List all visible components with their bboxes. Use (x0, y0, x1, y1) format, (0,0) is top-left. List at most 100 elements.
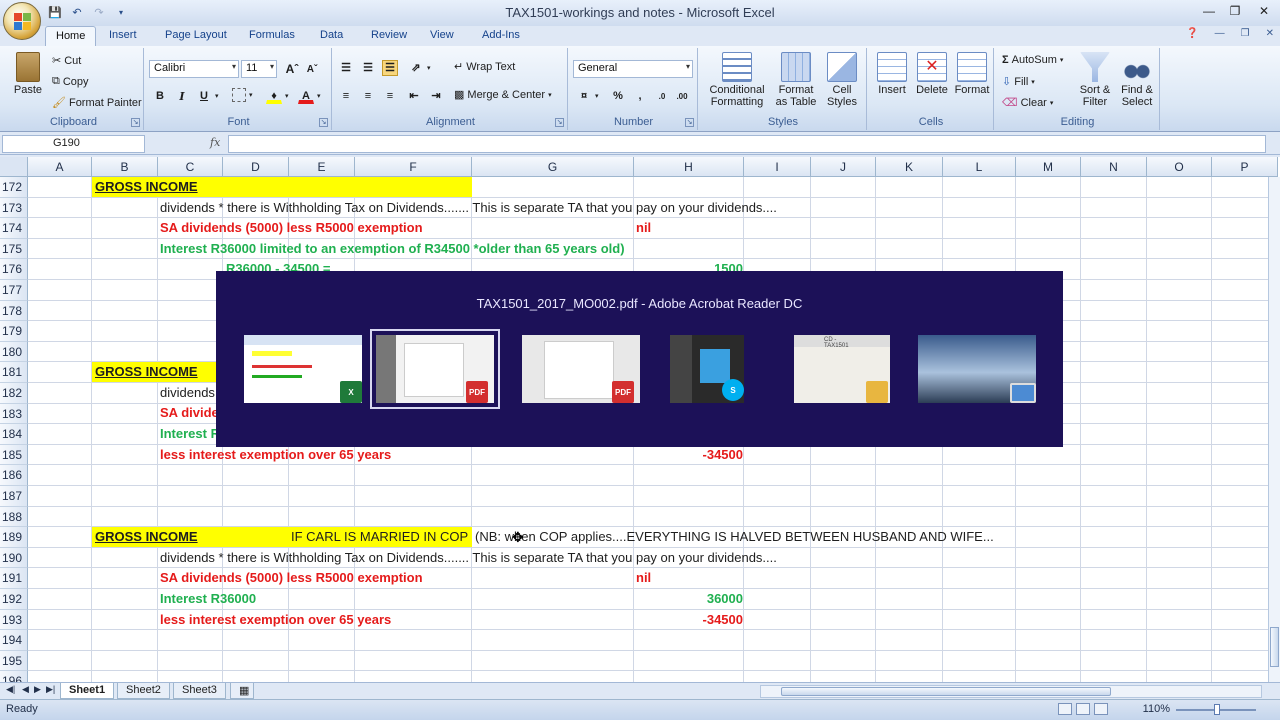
format-cells-button[interactable]: Format (953, 52, 991, 96)
cell-e189[interactable]: IF CARL IS MARRIED IN COP (291, 527, 468, 547)
thumbnail-skype[interactable]: S (670, 335, 744, 403)
cell-g191[interactable]: nil (636, 568, 651, 588)
row-header-180[interactable]: 180 (0, 341, 28, 363)
prev-sheet-icon[interactable]: ◀ (22, 684, 29, 695)
align-center-button[interactable]: ≡ (360, 88, 376, 104)
conditional-formatting-button[interactable]: Conditional Formatting (704, 52, 770, 108)
row-header-177[interactable]: 177 (0, 280, 28, 301)
merge-center-button[interactable]: ▩ Merge & Center ▾ (454, 88, 552, 102)
align-top-button[interactable]: ☰ (338, 60, 354, 76)
normal-view-icon[interactable] (1058, 703, 1072, 715)
cell-c193[interactable]: less interest exemption over 65 years (160, 610, 391, 630)
number-launcher-icon[interactable]: ↘ (685, 118, 694, 127)
find-select-button[interactable]: Find & Select (1116, 52, 1158, 108)
decrease-indent-button[interactable]: ⇤ (406, 88, 422, 104)
number-format-select[interactable]: General ▾ (573, 60, 693, 78)
cell-c192[interactable]: Interest R36000 (160, 589, 256, 609)
column-header-k[interactable]: K (876, 157, 943, 177)
accounting-format-button[interactable]: ¤ ▾ (576, 88, 599, 104)
tab-data[interactable]: Data (310, 26, 353, 46)
orientation-button[interactable]: ⇗ ▾ (408, 60, 430, 76)
restore-icon[interactable]: ❐ (1222, 0, 1248, 22)
row-header-194[interactable]: 194 (0, 630, 28, 651)
column-header-n[interactable]: N (1081, 157, 1147, 177)
align-middle-button[interactable]: ☰ (360, 60, 376, 76)
shrink-font-button[interactable]: Aˇ (304, 61, 320, 77)
cell-c175[interactable]: Interest R36000 limited to an exemption … (160, 239, 625, 259)
ribbon-minimize-icon[interactable]: — (1215, 28, 1225, 39)
column-header-p[interactable]: P (1212, 157, 1278, 177)
help-icon[interactable]: ❓ (1186, 28, 1198, 39)
row-header-183[interactable]: 183 (0, 403, 28, 425)
cell-c182[interactable]: dividends (160, 383, 215, 403)
tab-page-layout[interactable]: Page Layout (155, 26, 237, 46)
row-header-187[interactable]: 187 (0, 486, 28, 507)
cell-h185[interactable]: -34500 (640, 445, 743, 465)
cell-c173[interactable]: dividends * there is Withholding Tax on … (160, 198, 777, 218)
column-header-e[interactable]: E (289, 157, 355, 177)
delete-cells-button[interactable]: ✕ Delete (913, 52, 951, 96)
tab-formulas[interactable]: Formulas (239, 26, 305, 46)
cut-button[interactable]: ✂ Cut (52, 54, 81, 68)
alignment-launcher-icon[interactable]: ↘ (555, 118, 564, 127)
font-size-select[interactable]: 11 ▾ (241, 60, 277, 78)
cell-b189[interactable]: GROSS INCOME (95, 527, 198, 547)
percent-style-button[interactable]: % (610, 88, 626, 104)
zoom-level[interactable]: 110% (1143, 703, 1170, 715)
autosum-button[interactable]: Σ AutoSum ▾ (1002, 54, 1063, 66)
clear-button[interactable]: ⌫ Clear ▾ (1002, 96, 1053, 110)
vertical-scrollbar[interactable] (1268, 177, 1280, 682)
column-header-c[interactable]: C (158, 157, 223, 177)
row-header-176[interactable]: 176 (0, 259, 28, 280)
thumbnail-acrobat[interactable]: PDF (522, 335, 640, 403)
format-painter-button[interactable]: 🖌 Format Painter (52, 96, 142, 110)
cell-g174[interactable]: nil (636, 218, 651, 238)
row-header-192[interactable]: 192 (0, 589, 28, 610)
paste-button[interactable]: Paste (8, 52, 48, 96)
tab-home[interactable]: Home (45, 26, 97, 46)
thumbnail-desktop[interactable] (918, 335, 1036, 403)
thumbnail-acrobat-selected[interactable]: PDF (370, 329, 500, 409)
wrap-text-button[interactable]: ↵ Wrap Text (454, 60, 515, 74)
row-header-189[interactable]: 189 (0, 527, 28, 548)
cell-c190[interactable]: dividends * there is Withholding Tax on … (160, 548, 777, 568)
column-header-g[interactable]: G (472, 157, 634, 177)
grow-font-button[interactable]: Aˆ (284, 61, 300, 77)
ribbon-close-icon[interactable]: ✕ (1266, 28, 1274, 39)
office-button[interactable] (3, 2, 41, 40)
cell-b172[interactable]: GROSS INCOME (92, 177, 472, 197)
increase-decimal-button[interactable]: .0 (654, 88, 670, 104)
row-header-191[interactable]: 191 (0, 568, 28, 589)
row-header-172[interactable]: 172 (0, 177, 28, 198)
row-header-181[interactable]: 181 (0, 362, 28, 383)
name-box[interactable]: G190 (2, 135, 145, 153)
align-left-button[interactable]: ≡ (338, 88, 354, 104)
fill-color-button[interactable]: ♦ ▾ (266, 88, 289, 104)
thumbnail-explorer[interactable]: CD - TAX1501 (794, 335, 890, 403)
underline-button[interactable]: U ▾ (196, 88, 219, 104)
row-header-182[interactable]: 182 (0, 383, 28, 404)
column-header-l[interactable]: L (943, 157, 1016, 177)
tab-review[interactable]: Review (361, 26, 417, 46)
font-name-select[interactable]: Calibri ▾ (149, 60, 239, 78)
insert-sheet-icon[interactable]: ▦ (230, 683, 254, 699)
align-bottom-button[interactable]: ☰ (382, 60, 398, 76)
column-header-m[interactable]: M (1016, 157, 1081, 177)
row-header-185[interactable]: 185 (0, 444, 28, 466)
cell-c185[interactable]: less interest exemption over 65 years (160, 445, 391, 465)
column-header-a[interactable]: A (28, 157, 92, 177)
font-color-button[interactable]: A ▾ (298, 88, 321, 104)
row-header-193[interactable]: 193 (0, 609, 28, 631)
sheet-tab-sheet1[interactable]: Sheet1 (60, 683, 115, 699)
sheet-tab-sheet3[interactable]: Sheet3 (173, 683, 226, 699)
cell-g189[interactable]: (NB: when COP applies....EVERYTHING IS H… (475, 527, 994, 547)
cell-h193[interactable]: -34500 (640, 610, 743, 630)
row-header-184[interactable]: 184 (0, 424, 28, 445)
row-header-186[interactable]: 186 (0, 465, 28, 486)
decrease-decimal-button[interactable]: .00 (674, 88, 690, 104)
vertical-scroll-thumb[interactable] (1270, 627, 1279, 667)
cell-b181[interactable]: GROSS INCOME (92, 362, 216, 382)
row-header-190[interactable]: 190 (0, 547, 28, 569)
ribbon-restore-icon[interactable]: ❐ (1241, 28, 1250, 39)
last-sheet-icon[interactable]: ▶| (46, 684, 55, 695)
